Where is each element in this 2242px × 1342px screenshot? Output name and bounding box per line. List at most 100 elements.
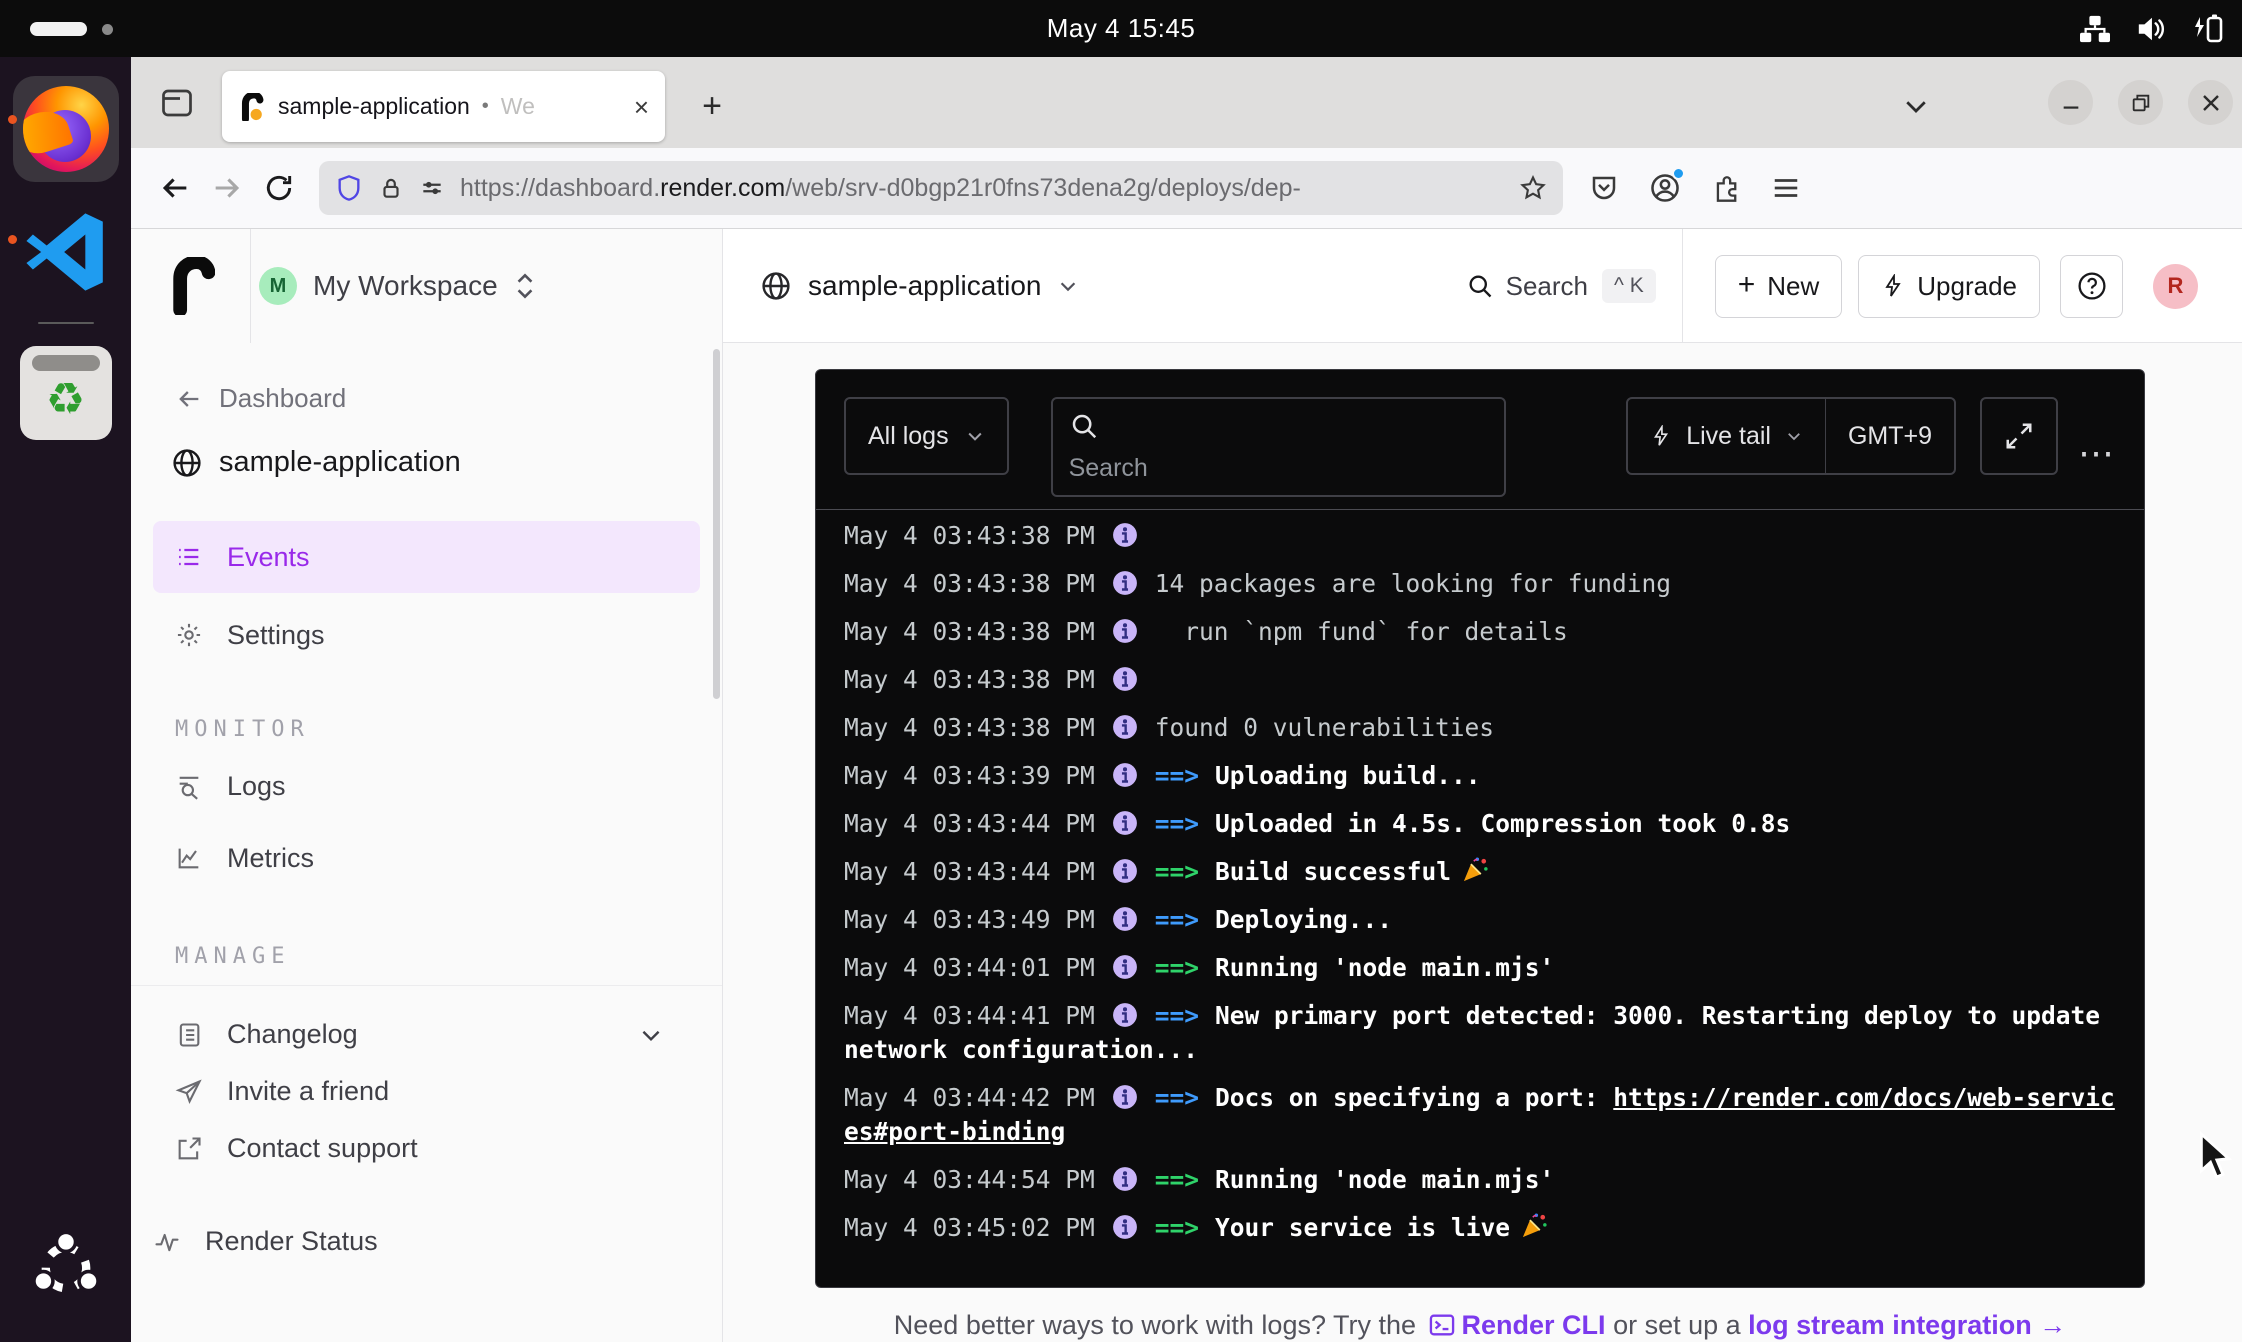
log-rows: May 4 03:43:38 PMMay 4 03:43:38 PM14 pac… [816, 510, 2144, 1245]
changelog-icon [175, 1021, 203, 1049]
info-icon [1112, 1002, 1138, 1028]
running-indicator [8, 115, 17, 124]
log-timestamp: May 4 03:44:42 PM [844, 1083, 1095, 1112]
log-timestamp: May 4 03:45:02 PM [844, 1213, 1095, 1242]
url-text[interactable]: https://dashboard.render.com/web/srv-d0b… [460, 174, 1504, 203]
service-selector[interactable]: sample-application [760, 229, 1079, 343]
workspace-switcher-chevrons-icon[interactable] [514, 271, 536, 301]
log-timestamp: May 4 03:43:38 PM [844, 569, 1095, 598]
live-tail-button[interactable]: Live tail [1628, 399, 1825, 473]
dock-vscode-button[interactable] [0, 182, 131, 298]
sidebar-item-changelog[interactable]: Changelog [153, 1006, 700, 1063]
footer-arrow: → [2039, 1310, 2066, 1340]
shield-icon[interactable] [335, 174, 363, 202]
live-tail-group: Live tail GMT+9 [1626, 397, 1956, 475]
sidebar-item-metrics[interactable]: Metrics [153, 826, 700, 890]
render-top-nav: M My Workspace sample-application Search… [131, 229, 2242, 343]
dock-firefox-button[interactable] [0, 57, 131, 182]
main-content: All logs Search Live tail [723, 343, 2242, 1342]
dock-trash-button[interactable]: ♻ [0, 324, 131, 440]
log-arrow: ==> [1155, 1213, 1199, 1242]
help-button[interactable] [2060, 255, 2123, 318]
url-bar[interactable]: https://dashboard.render.com/web/srv-d0b… [319, 161, 1563, 215]
menu-hamburger-icon[interactable] [1771, 173, 1801, 203]
vscode-icon [20, 206, 112, 298]
log-message: Your service is live [1215, 1213, 1510, 1242]
search-label[interactable]: Search [1506, 271, 1588, 302]
ubuntu-logo-icon[interactable] [0, 1230, 131, 1306]
question-icon [2076, 270, 2108, 302]
status-pulse-icon [153, 1228, 181, 1256]
new-button[interactable]: +New [1715, 255, 1843, 318]
log-row: May 4 03:43:49 PM==>Deploying... [844, 903, 2116, 937]
tab-close-button[interactable]: × [634, 94, 649, 120]
search-icon[interactable] [1466, 272, 1494, 300]
log-timestamp: May 4 03:43:38 PM [844, 521, 1095, 550]
sidebar-section-monitor: MONITOR [175, 717, 722, 742]
back-icon[interactable] [149, 162, 201, 214]
window-minimize-button[interactable] [2048, 80, 2093, 125]
forward-icon[interactable] [201, 162, 253, 214]
sidebar-item-invite-friend[interactable]: Invite a friend [153, 1063, 700, 1120]
render-cli-link[interactable]: Render CLI [1462, 1310, 1606, 1340]
browser-tab[interactable]: sample-application • We × [222, 71, 665, 142]
chevron-down-icon[interactable] [638, 1022, 664, 1048]
log-filter-dropdown[interactable]: All logs [844, 397, 1009, 475]
sidebar-section-manage: MANAGE [175, 944, 722, 969]
info-icon [1112, 1214, 1138, 1240]
render-logo-icon[interactable] [171, 257, 215, 315]
tab-title: sample-application [278, 93, 470, 120]
reload-icon[interactable] [253, 162, 305, 214]
log-timestamp: May 4 03:43:49 PM [844, 905, 1095, 934]
expand-logs-button[interactable] [1980, 397, 2058, 475]
log-arrow: ==> [1155, 953, 1199, 982]
window-close-button[interactable] [2188, 80, 2233, 125]
logs-icon [175, 772, 203, 800]
contact-support-icon [175, 1135, 203, 1163]
log-stream-link[interactable]: log stream integration [1748, 1310, 2032, 1340]
pocket-icon[interactable] [1589, 173, 1619, 203]
search-icon [1069, 411, 1099, 441]
system-clock[interactable]: May 4 15:45 [0, 0, 2242, 57]
network-icon[interactable] [2080, 14, 2110, 44]
lock-icon[interactable] [378, 175, 404, 201]
log-arrow: ==> [1155, 809, 1199, 838]
info-icon [1112, 666, 1138, 692]
permissions-icon[interactable] [419, 175, 445, 201]
workspace-name[interactable]: My Workspace [313, 270, 498, 302]
sidebar-item-logs[interactable]: Logs [153, 754, 700, 818]
log-arrow: ==> [1155, 1001, 1199, 1030]
sidebar-scrollbar[interactable] [713, 349, 720, 699]
log-arrow: ==> [1155, 857, 1199, 886]
info-icon [1112, 954, 1138, 980]
new-tab-button[interactable]: + [689, 83, 735, 129]
log-message: Docs on specifying a port: [1215, 1083, 1613, 1112]
log-search-input[interactable]: Search [1051, 397, 1506, 497]
upgrade-button[interactable]: Upgrade [1858, 255, 2040, 318]
log-message: Running 'node main.mjs' [1215, 1165, 1554, 1194]
sidebar-back-dashboard[interactable]: Dashboard [175, 383, 722, 414]
workspace-avatar[interactable]: M [259, 267, 297, 305]
sidebar-item-render-status[interactable]: Render Status [131, 1213, 722, 1270]
volume-icon[interactable] [2136, 14, 2166, 44]
log-arrow: ==> [1155, 905, 1199, 934]
battery-charging-icon[interactable] [2192, 13, 2224, 45]
sidebar-item-events[interactable]: Events [153, 521, 700, 593]
timezone-button[interactable]: GMT+9 [1826, 399, 1954, 473]
log-message: Uploaded in 4.5s. Compression took 0.8s [1215, 809, 1790, 838]
firefox-view-button[interactable] [153, 79, 201, 127]
bookmark-star-icon[interactable] [1519, 174, 1547, 202]
log-row: May 4 03:44:54 PM==>Running 'node main.m… [844, 1163, 2116, 1197]
user-avatar[interactable]: R [2153, 264, 2198, 309]
sidebar-service-title: sample-application [171, 446, 722, 479]
trash-icon: ♻ [20, 346, 112, 440]
bolt-icon [1881, 274, 1905, 298]
window-restore-button[interactable] [2118, 80, 2163, 125]
log-message: Running 'node main.mjs' [1215, 953, 1554, 982]
sidebar-item-settings[interactable]: Settings [153, 603, 700, 667]
list-tabs-chevron-icon[interactable] [1893, 83, 1939, 129]
log-more-button[interactable]: ⋯ [2078, 432, 2116, 474]
sidebar-item-contact-support[interactable]: Contact support [153, 1120, 700, 1177]
account-icon[interactable] [1649, 172, 1681, 204]
extensions-icon[interactable] [1711, 173, 1741, 203]
